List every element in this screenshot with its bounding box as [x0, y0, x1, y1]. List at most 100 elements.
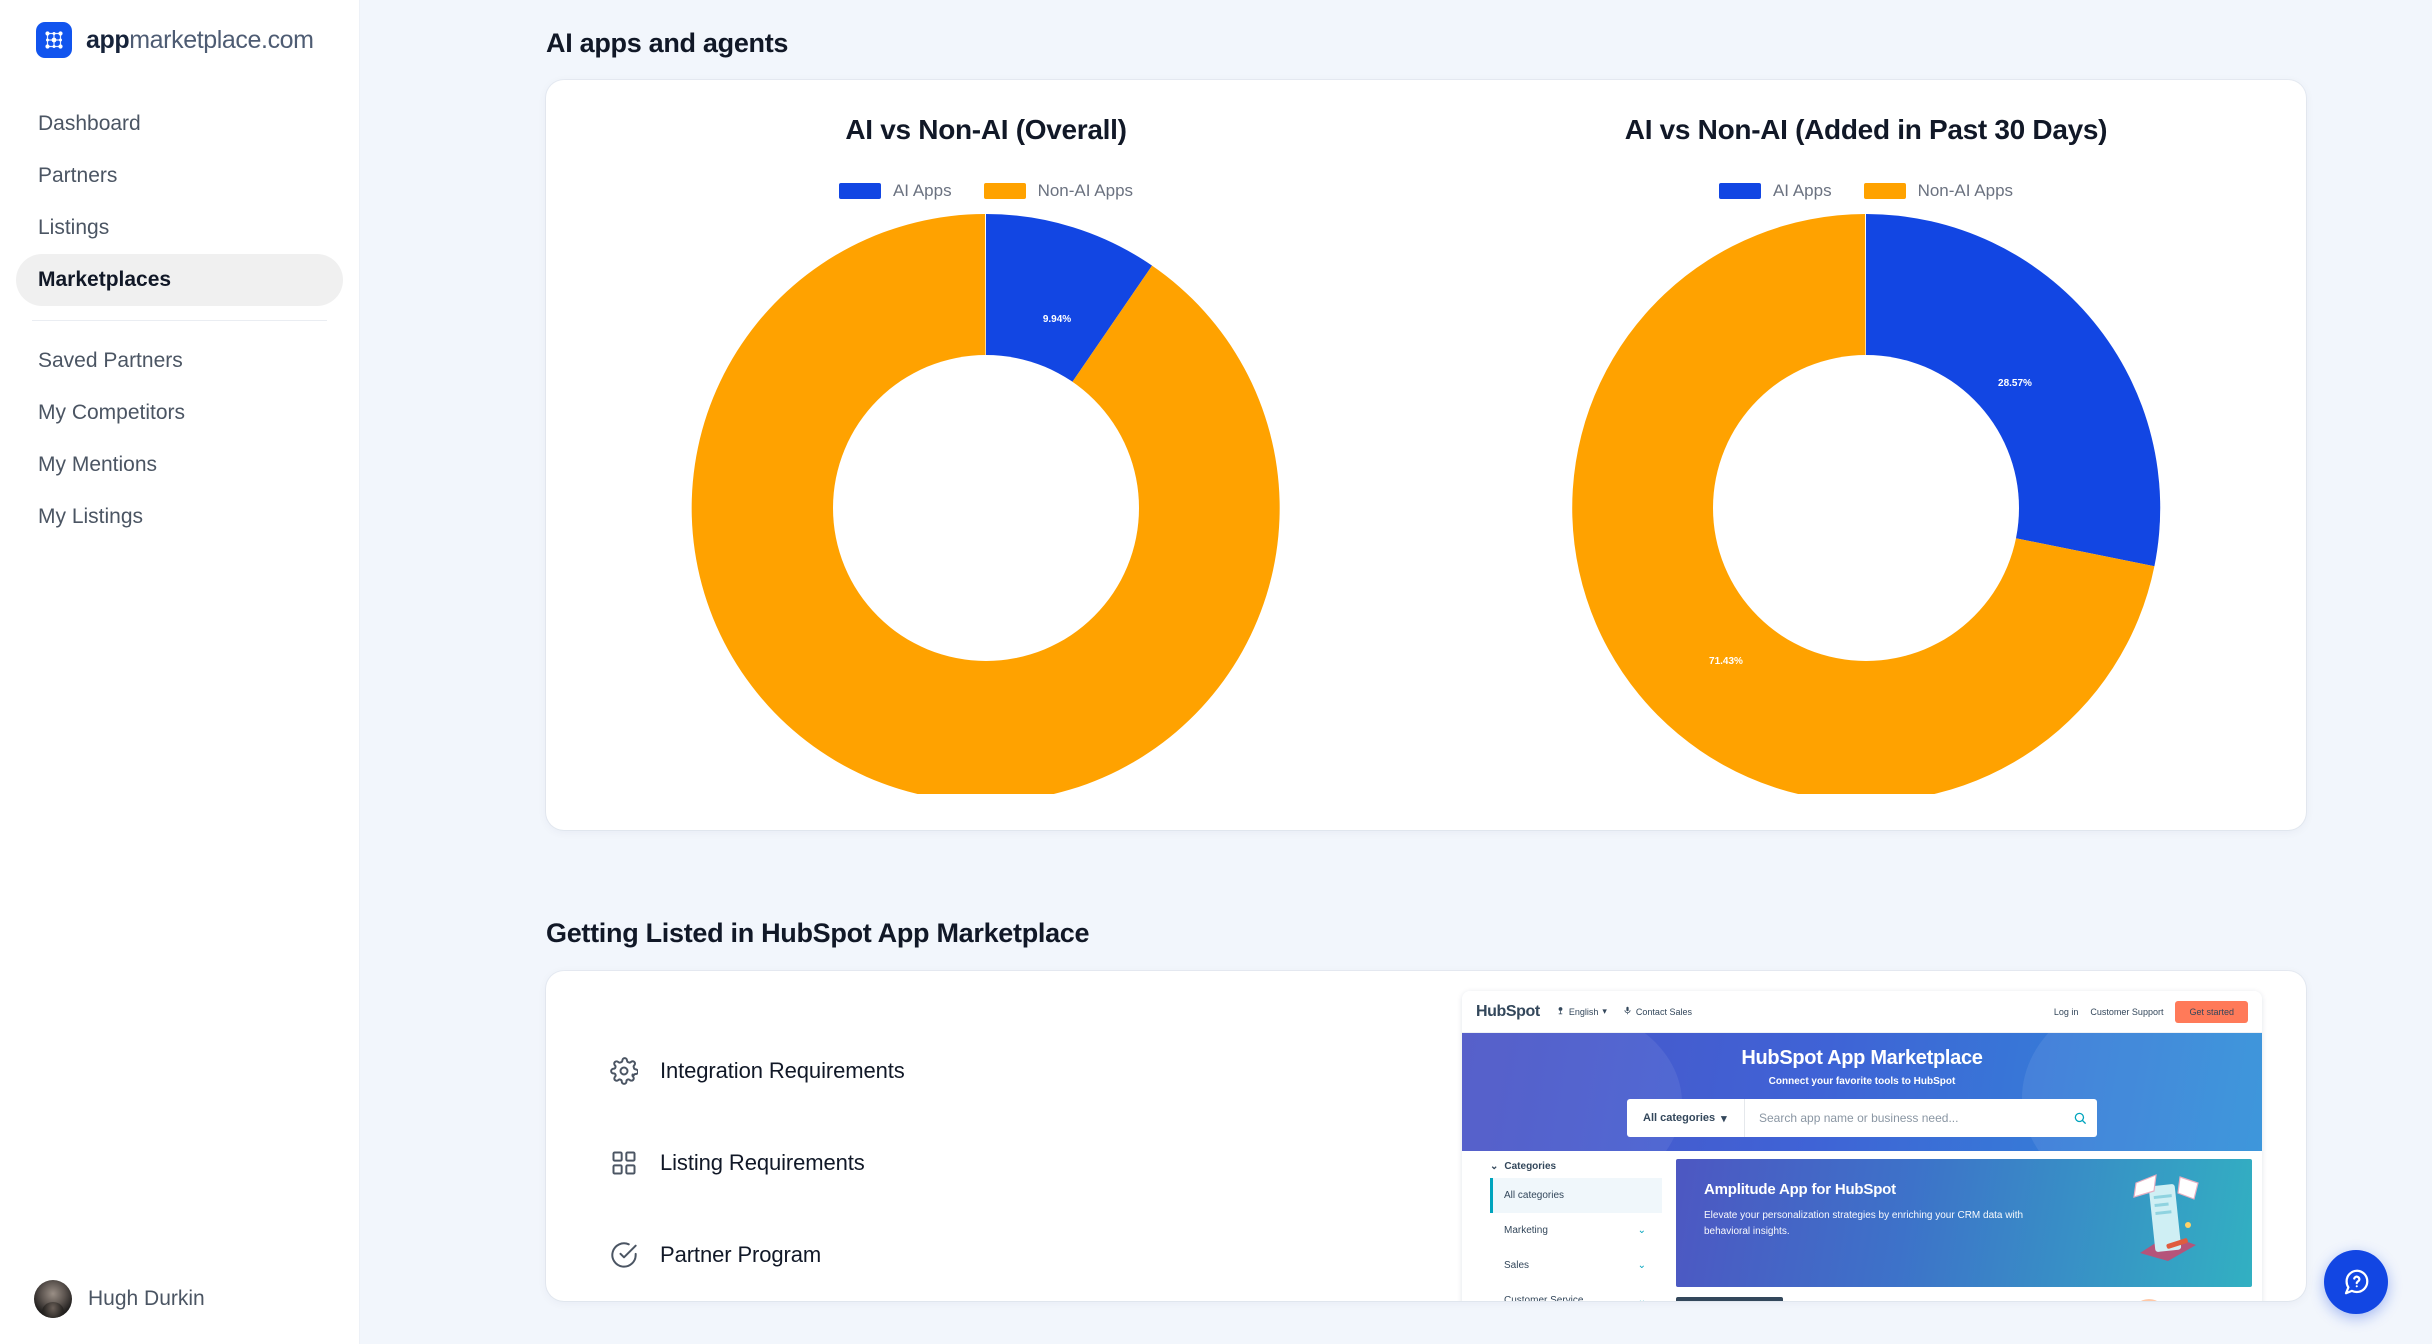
link-listing-requirements[interactable]: Listing Requirements [610, 1117, 1426, 1209]
hubspot-category-label: Sales [1504, 1260, 1530, 1271]
user-profile[interactable]: Hugh Durkin [0, 1280, 360, 1318]
legend-item-non-ai-apps[interactable]: Non-AI Apps [983, 181, 1134, 201]
hubspot-body: ⌄ Categories All categories Marketing ⌄ [1462, 1151, 2262, 1301]
legend-swatch-non-ai-apps [1863, 183, 1906, 199]
donut-svg: 9.94% 90.06% [691, 214, 1280, 794]
donut-label-non-ai-apps: 90.06% [898, 590, 932, 601]
help-chat-button[interactable] [2324, 1250, 2388, 1314]
legend-label: AI Apps [1772, 181, 1832, 200]
hubspot-categories-heading: ⌄ Categories [1490, 1161, 1662, 1172]
link-partner-program[interactable]: Partner Program [610, 1209, 1426, 1301]
brand-logo[interactable]: appmarketplace.com [16, 0, 343, 68]
legend-label: Non-AI Apps [1037, 181, 1134, 200]
donut-chart-overall: 9.94% 90.06% [686, 214, 1286, 794]
chart-overall: AI vs Non-AI (Overall) AI Apps Non-AI Ap… [546, 102, 1426, 812]
donut-hole [833, 355, 1139, 661]
legend-item-non-ai-apps[interactable]: Non-AI Apps [1863, 181, 2014, 201]
hubspot-category-dropdown[interactable]: All categories ▾ [1627, 1099, 1745, 1137]
chat-question-icon [2344, 1269, 2369, 1295]
chevron-down-icon: ⌄ [1490, 1161, 1499, 1172]
hubspot-logo-text: HubSpot [1476, 1002, 1540, 1020]
sidebar-item-label: Partners [38, 164, 118, 187]
hubspot-login-link[interactable]: Log in [2054, 1007, 2079, 1017]
legend-swatch-ai-apps [838, 183, 881, 199]
user-name: Hugh Durkin [88, 1287, 205, 1310]
grid-dots-logo-icon [36, 22, 72, 58]
hubspot-topbar: HubSpot English ▾ Contact Sales Log in C… [1462, 991, 2262, 1033]
link-label: Partner Program [660, 1242, 822, 1267]
hubspot-category-sales[interactable]: Sales ⌄ [1490, 1248, 1662, 1283]
hubspot-marketplace-preview[interactable]: HubSpot English ▾ Contact Sales Log in C… [1462, 991, 2262, 1301]
avatar [34, 1280, 72, 1318]
search-icon[interactable] [2063, 1111, 2097, 1125]
donut-label-non-ai-apps: 71.43% [1709, 656, 1743, 667]
hubspot-search-input[interactable]: Search app name or business need... [1745, 1111, 2063, 1125]
hubspot-get-started-button[interactable]: Get started [2175, 1000, 2248, 1023]
hubspot-hero: HubSpot App Marketplace Connect your fav… [1462, 1033, 2262, 1151]
sidebar-item-label: Dashboard [38, 112, 141, 135]
chart-legend: AI Apps Non-AI Apps [1718, 180, 2014, 202]
chevron-down-icon: ⌄ [1637, 1260, 1646, 1271]
hubspot-category-marketing[interactable]: Marketing ⌄ [1490, 1213, 1662, 1248]
sidebar-item-marketplaces[interactable]: Marketplaces [16, 254, 343, 306]
sidebar-item-label: My Mentions [38, 453, 158, 476]
brand-bold: app [86, 25, 130, 54]
legend-item-ai-apps[interactable]: AI Apps [838, 181, 952, 201]
sidebar-item-label: Saved Partners [38, 349, 183, 372]
grid-icon [610, 1149, 638, 1177]
content-column: AI apps and agents AI vs Non-AI (Overall… [360, 0, 2432, 1301]
sidebar-item-label: Listings [38, 216, 110, 239]
chart-title: AI vs Non-AI (Overall) [845, 114, 1127, 145]
sidebar-item-label: Marketplaces [38, 268, 172, 291]
chevron-down-icon: ⌄ [1637, 1225, 1646, 1236]
legend-label: Non-AI Apps [1917, 181, 2014, 200]
donut-hole [1713, 355, 2019, 661]
chevron-down-icon: ▾ [1602, 1006, 1607, 1016]
sidebar-item-partners[interactable]: Partners [16, 150, 343, 202]
sidebar-item-my-listings[interactable]: My Listings [16, 491, 343, 543]
chevron-down-icon: ▾ [1721, 1112, 1727, 1125]
sidebar-item-my-mentions[interactable]: My Mentions [16, 439, 343, 491]
legend-swatch-ai-apps [1718, 183, 1761, 199]
sidebar-item-listings[interactable]: Listings [16, 202, 343, 254]
phone-icon [1623, 1006, 1632, 1017]
brand-wordmark: appmarketplace.com [86, 26, 314, 55]
hubspot-category-all[interactable]: All categories [1490, 1178, 1662, 1213]
sidebar-nav: Dashboard Partners Listings Marketplaces… [16, 98, 343, 543]
hubspot-category-customer-service[interactable]: Customer Service ⌄ [1490, 1283, 1662, 1301]
hubspot-language-selector[interactable]: English ▾ [1556, 1006, 1607, 1017]
hubspot-explore-app-button[interactable]: Explore the app [1676, 1297, 1784, 1301]
hubspot-hero-subtitle: Connect your favorite tools to HubSpot [1768, 1076, 1956, 1087]
sidebar-divider [32, 320, 327, 321]
donut-label-ai-apps: 9.94% [1043, 314, 1071, 325]
link-label: Listing Requirements [660, 1150, 865, 1175]
getting-listed-links: Integration Requirements Listing Require… [546, 971, 1426, 1301]
getting-listed-title: Getting Listed in HubSpot App Marketplac… [546, 918, 1090, 948]
hubspot-featured-card[interactable]: Amplitude App for HubSpot Elevate your p… [1676, 1159, 2252, 1287]
sidebar-item-saved-partners[interactable]: Saved Partners [16, 335, 343, 387]
chart-title: AI vs Non-AI (Added in Past 30 Days) [1624, 114, 2108, 145]
hubspot-topbar-right: Log in Customer Support Get started [2054, 1000, 2248, 1023]
link-integration-requirements[interactable]: Integration Requirements [610, 1025, 1426, 1117]
ai-charts-card: AI vs Non-AI (Overall) AI Apps Non-AI Ap… [546, 80, 2306, 830]
sidebar-item-my-competitors[interactable]: My Competitors [16, 387, 343, 439]
hubspot-contact-sales-label: Contact Sales [1635, 1006, 1692, 1017]
hubspot-category-label: Marketing [1504, 1225, 1548, 1236]
page-title: AI apps and agents [546, 28, 789, 58]
hubspot-category-label: All categories [1643, 1112, 1716, 1124]
hubspot-search-bar[interactable]: All categories ▾ Search app name or busi… [1627, 1099, 2097, 1137]
donut-svg: 28.57% 71.43% [1572, 214, 2161, 794]
brand-rest: marketplace.com [129, 25, 314, 54]
sidebar-item-dashboard[interactable]: Dashboard [16, 98, 343, 150]
legend-item-ai-apps[interactable]: AI Apps [1718, 181, 1832, 201]
hubspot-logo: HubSpot [1476, 1003, 1540, 1021]
legend-swatch-non-ai-apps [983, 183, 1026, 199]
hubspot-support-link[interactable]: Customer Support [2090, 1007, 2163, 1017]
app-root: appmarketplace.com Dashboard Partners Li… [0, 0, 2432, 1344]
hubspot-contact-sales[interactable]: Contact Sales [1623, 1006, 1692, 1017]
hubspot-categories-heading-label: Categories [1504, 1161, 1557, 1172]
hubspot-featured-app: Amplitude App for HubSpot Elevate your p… [1662, 1151, 2262, 1301]
check-circle-icon [610, 1241, 638, 1269]
hubspot-language-label: English [1568, 1006, 1599, 1017]
donut-label-ai-apps: 28.57% [1998, 378, 2032, 389]
